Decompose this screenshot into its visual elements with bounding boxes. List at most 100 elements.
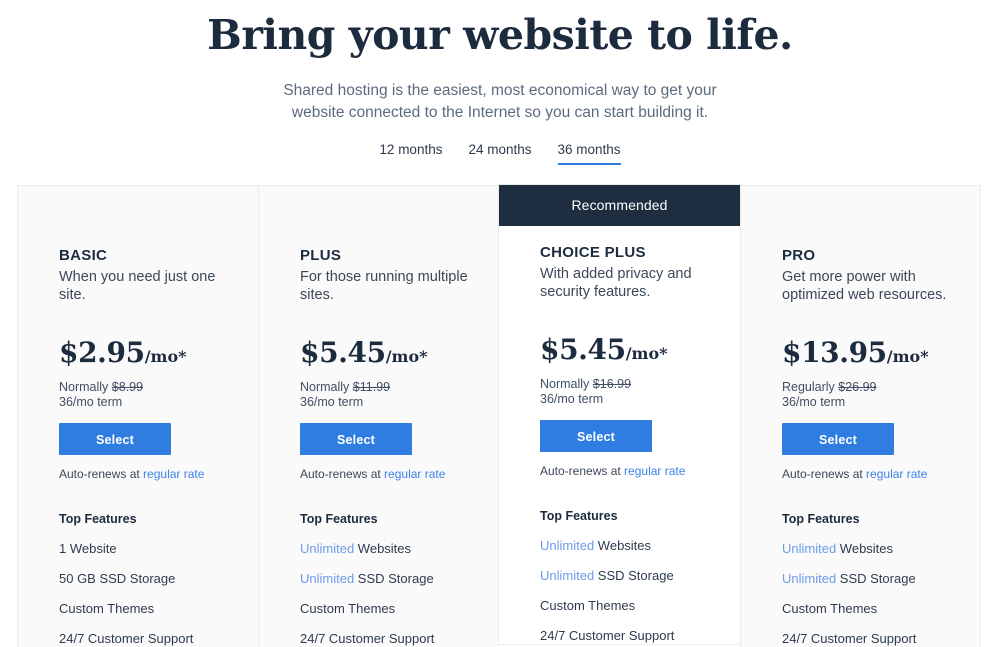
features-heading: Top Features <box>782 512 860 526</box>
feature-item: Unlimited SSD Storage <box>782 571 980 587</box>
feature-text: SSD Storage <box>594 568 674 583</box>
feature-item: 24/7 Customer Support <box>300 631 499 647</box>
feature-text: Custom Themes <box>300 601 396 616</box>
feature-item: 24/7 Customer Support <box>59 631 258 647</box>
plan-name: CHOICE PLUS <box>540 244 646 261</box>
recommended-badge: Recommended <box>499 185 740 226</box>
plan-compare-label: Normally <box>300 380 353 394</box>
feature-item: 1 Website <box>59 541 258 557</box>
feature-item: Unlimited SSD Storage <box>300 571 499 587</box>
plan-card-basic: BASIC When you need just one site. $2.95/m… <box>17 185 258 647</box>
plan-price: $2.95/mo* <box>59 336 258 374</box>
feature-text: 50 GB SSD Storage <box>59 571 176 586</box>
plan-term-note: 36/mo term <box>540 392 604 406</box>
term-selector: 12 months 24 months 36 months <box>0 141 1000 165</box>
pricing-page: Bring your website to life. Shared hosti… <box>0 0 1000 647</box>
plan-compare-price: $26.99 <box>838 380 877 394</box>
plan-compare-price: $16.99 <box>592 377 632 391</box>
plan-term-note: 36/mo term <box>300 395 364 409</box>
plan-price-period: /mo* <box>625 344 668 363</box>
plans-grid: BASIC When you need just one site. $2.95/m… <box>17 185 984 647</box>
plan-price-period: /mo* <box>385 347 428 366</box>
feature-highlight: Unlimited <box>540 568 595 583</box>
feature-text: Websites <box>836 541 894 556</box>
term-option-24-months[interactable]: 24 months <box>468 141 531 165</box>
auto-renew-note: Auto-renews at regular rate <box>300 467 499 482</box>
plan-price-period: /mo* <box>144 347 187 366</box>
feature-highlight: Unlimited <box>300 541 355 556</box>
feature-item: Unlimited Websites <box>782 541 980 557</box>
plan-card-body: PRO Get more power with optimized web res… <box>741 186 980 647</box>
auto-renew-note: Auto-renews at regular rate <box>540 464 740 479</box>
feature-text: 24/7 Customer Support <box>59 631 194 646</box>
plan-compare-label: Normally <box>540 377 593 391</box>
feature-highlight: Unlimited <box>782 541 837 556</box>
plan-description: With added privacy and security features… <box>540 266 692 300</box>
plan-description: Get more power with optimized web resour… <box>782 269 947 303</box>
auto-renew-note: Auto-renews at regular rate <box>59 467 258 482</box>
feature-text: SSD Storage <box>354 571 434 586</box>
plan-price-block: $13.95/mo* Regularly $26.99 36/mo term <box>782 336 980 410</box>
plan-card-body: CHOICE PLUS With added privacy and securi… <box>499 226 740 644</box>
plan-description: When you need just one site. <box>59 269 216 303</box>
term-option-36-months[interactable]: 36 months <box>557 141 621 165</box>
feature-item: Unlimited Websites <box>300 541 499 557</box>
plan-card-pro: PRO Get more power with optimized web res… <box>740 185 981 647</box>
feature-highlight: Unlimited <box>782 571 837 586</box>
plan-price-amount: $13.95 <box>782 336 887 369</box>
plan-price-note: Normally $16.99 36/mo term <box>540 377 740 407</box>
plan-price: $5.45/mo* <box>300 336 499 374</box>
feature-text: Websites <box>354 541 412 556</box>
features-heading: Top Features <box>300 512 378 526</box>
plan-price-amount: $5.45 <box>540 333 626 366</box>
auto-renew-note: Auto-renews at regular rate <box>782 467 980 482</box>
feature-text: 1 Website <box>59 541 117 556</box>
feature-item: Custom Themes <box>540 598 740 614</box>
feature-item: Custom Themes <box>59 601 258 617</box>
select-button[interactable]: Select <box>540 420 652 452</box>
regular-rate-link[interactable]: regular rate <box>624 464 685 478</box>
select-button[interactable]: Select <box>300 423 412 455</box>
plan-name: PRO <box>782 247 816 264</box>
plan-name: PLUS <box>300 247 342 264</box>
plan-compare-label: Regularly <box>782 380 839 394</box>
feature-item: Custom Themes <box>300 601 499 617</box>
plan-price-note: Normally $11.99 36/mo term <box>300 380 499 410</box>
feature-text: 24/7 Customer Support <box>540 628 675 643</box>
feature-highlight: Unlimited <box>540 538 595 553</box>
select-button[interactable]: Select <box>59 423 171 455</box>
auto-renew-prefix: Auto-renews at <box>782 467 867 481</box>
feature-item: 24/7 Customer Support <box>782 631 980 647</box>
plan-price-note: Regularly $26.99 36/mo term <box>782 380 980 410</box>
page-subtitle: Shared hosting is the easiest, most econ… <box>283 82 717 121</box>
auto-renew-prefix: Auto-renews at <box>59 467 144 481</box>
feature-text: Websites <box>594 538 652 553</box>
regular-rate-link[interactable]: regular rate <box>384 467 445 481</box>
plan-price: $5.45/mo* <box>540 333 740 371</box>
feature-item: 50 GB SSD Storage <box>59 571 258 587</box>
auto-renew-prefix: Auto-renews at <box>540 464 625 478</box>
feature-text: Custom Themes <box>540 598 636 613</box>
regular-rate-link[interactable]: regular rate <box>143 467 204 481</box>
plan-description: For those running multiple sites. <box>300 269 468 303</box>
term-option-12-months[interactable]: 12 months <box>379 141 442 165</box>
plan-price-block: $5.45/mo* Normally $11.99 36/mo term <box>300 336 499 410</box>
regular-rate-link[interactable]: regular rate <box>866 467 927 481</box>
plan-price-amount: $2.95 <box>59 336 145 369</box>
feature-text: 24/7 Customer Support <box>300 631 435 646</box>
plan-term-note: 36/mo term <box>782 395 846 409</box>
feature-text: Custom Themes <box>782 601 878 616</box>
plan-term-note: 36/mo term <box>59 395 123 409</box>
feature-text: Custom Themes <box>59 601 155 616</box>
page-title: Bring your website to life. <box>207 11 793 59</box>
page-header: Bring your website to life. Shared hosti… <box>0 0 1000 165</box>
feature-text: 24/7 Customer Support <box>782 631 917 646</box>
plan-card-body: BASIC When you need just one site. $2.95/m… <box>18 186 258 647</box>
plan-price-block: $5.45/mo* Normally $16.99 36/mo term <box>540 333 740 407</box>
plan-compare-label: Normally <box>59 380 112 394</box>
plan-compare-price: $8.99 <box>111 380 144 394</box>
select-button[interactable]: Select <box>782 423 894 455</box>
feature-item: Unlimited SSD Storage <box>540 568 740 584</box>
feature-item: Custom Themes <box>782 601 980 617</box>
plan-card-body: PLUS For those running multiple sites. $5.… <box>259 186 499 647</box>
